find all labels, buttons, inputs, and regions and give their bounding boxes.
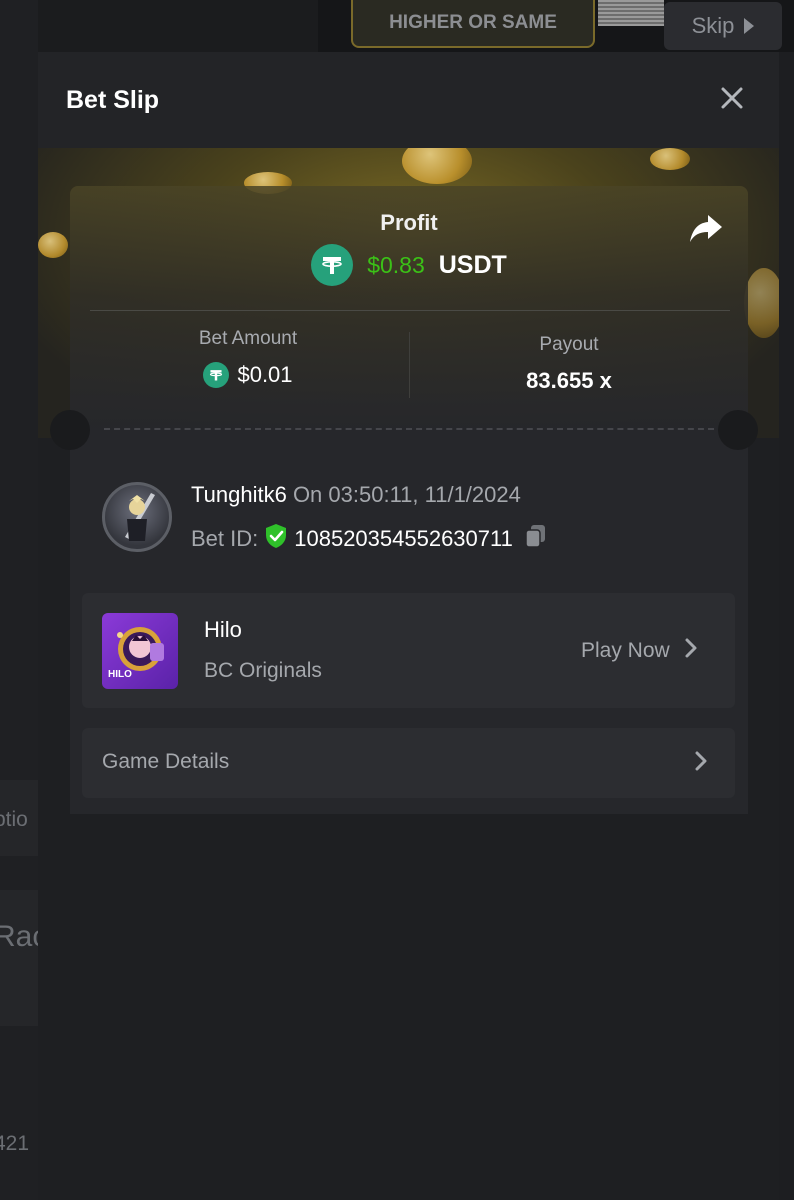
bet-amount-value: $0.01 (237, 362, 293, 387)
background-panel-right (779, 52, 794, 1200)
game-provider: BC Originals (204, 659, 322, 682)
game-thumbnail: HILO (102, 613, 178, 689)
chevron-right-icon (694, 750, 708, 777)
usdt-icon (203, 362, 230, 388)
profit-currency: USDT (438, 250, 507, 279)
ticket-notch (718, 410, 758, 450)
coin-decoration (38, 232, 68, 258)
profit-card: Profit $0.83 USDT Bet Amount $0.01 Payou… (70, 186, 748, 430)
skip-button[interactable]: Skip (664, 2, 782, 50)
play-arrow-icon (744, 18, 755, 34)
close-icon[interactable] (718, 84, 746, 112)
usdt-icon (311, 244, 354, 286)
modal-title: Bet Slip (66, 86, 160, 114)
profit-label: Profit (380, 210, 438, 235)
profit-value: $0.83 (367, 251, 425, 278)
background-text: 421 (0, 1132, 30, 1155)
payout-label: Payout (539, 334, 599, 355)
game-thumbnail-label: HILO (108, 669, 132, 680)
bet-id-row: Bet ID: 108520354552630711 (191, 523, 549, 555)
card-deck-edge (598, 0, 664, 26)
coin-decoration (744, 268, 779, 338)
user-info: Tunghitk6 On 03:50:11, 11/1/2024 (191, 482, 521, 508)
divider (90, 310, 730, 311)
ticket-notch (50, 410, 90, 450)
copy-icon[interactable] (523, 523, 549, 555)
background-text: ptio (0, 808, 28, 831)
dashed-divider (104, 428, 714, 430)
payout-value: 83.655 x (526, 368, 612, 393)
payout-stat: Payout 83.655 x (409, 334, 729, 394)
bet-id-label: Bet ID: (191, 526, 259, 551)
chevron-right-icon (684, 637, 698, 665)
game-name: Hilo (204, 617, 242, 642)
play-now-label: Play Now (581, 639, 670, 662)
bet-id-value: 108520354552630711 (294, 526, 513, 551)
coin-decoration (650, 148, 690, 170)
game-details-button[interactable]: Game Details (82, 728, 735, 798)
bet-timestamp: On 03:50:11, 11/1/2024 (292, 482, 521, 507)
game-details-label: Game Details (102, 750, 230, 773)
bet-amount-label: Bet Amount (198, 328, 298, 349)
bet-amount-stat: Bet Amount $0.01 (88, 328, 408, 388)
share-icon[interactable] (688, 212, 724, 244)
higher-or-same-button[interactable]: HIGHER OR SAME (351, 0, 595, 48)
play-now-button[interactable]: Play Now (581, 637, 698, 665)
bet-slip-modal: Bet Slip Profit $0.83 USDT Bet Amount $0… (38, 52, 779, 1200)
profit-row: $0.83 USDT (70, 244, 748, 286)
background-band (0, 890, 38, 1026)
username[interactable]: Tunghitk6 (191, 482, 287, 507)
avatar[interactable] (102, 482, 172, 552)
skip-label: Skip (691, 13, 735, 38)
game-card[interactable]: HILO Hilo BC Originals Play Now (82, 593, 735, 708)
shield-check-icon (264, 523, 288, 555)
modal-header: Bet Slip (38, 52, 779, 148)
coin-decoration (402, 148, 472, 184)
